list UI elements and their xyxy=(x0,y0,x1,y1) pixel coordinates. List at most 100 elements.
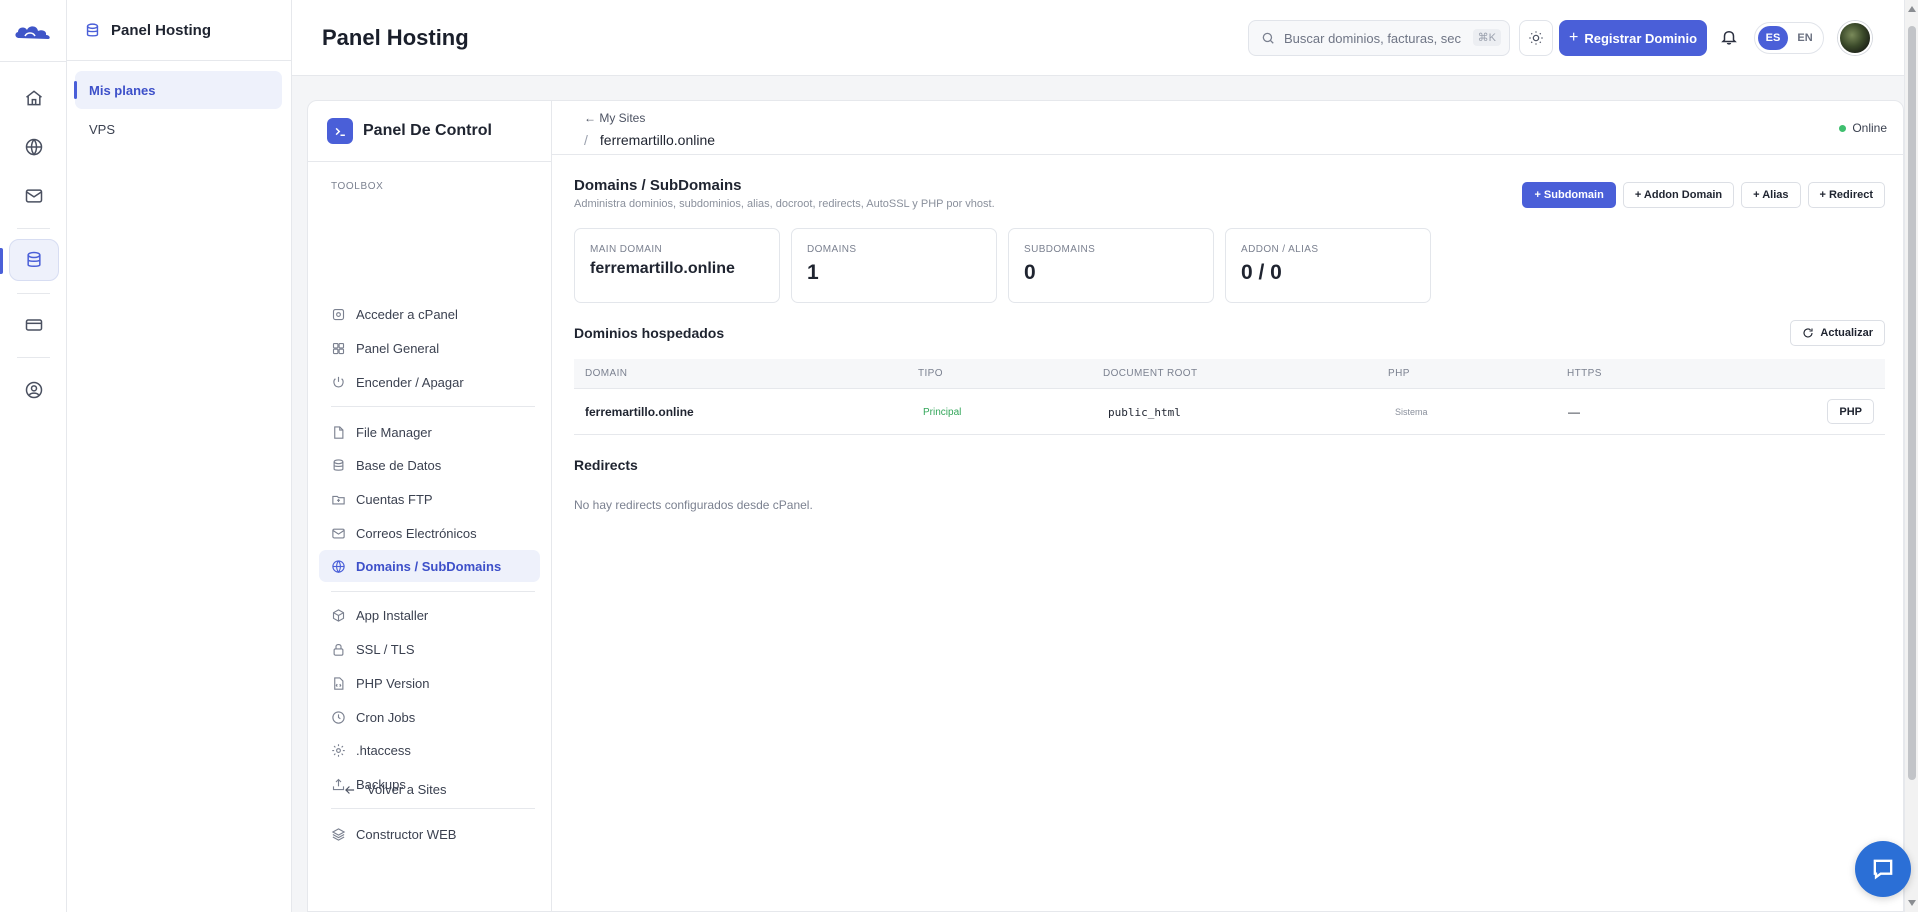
tool-item-php-version[interactable]: PHP Version xyxy=(319,667,540,699)
user-circle-icon xyxy=(25,381,43,399)
tool-item-label: File Manager xyxy=(356,424,432,440)
tool-item-cuentas-ftp[interactable]: Cuentas FTP xyxy=(319,483,540,515)
search-box[interactable]: ⌘K xyxy=(1248,20,1510,56)
domains-content: ← My Sites / ferremartillo.online Online … xyxy=(552,101,1905,912)
tool-item-label: Encender / Apagar xyxy=(356,374,464,390)
stat-label: SUBDOMAINS xyxy=(1024,244,1096,255)
avatar[interactable] xyxy=(1838,21,1872,55)
power-icon xyxy=(333,376,344,387)
lang-es-button[interactable]: ES xyxy=(1758,26,1788,50)
back-to-my-sites-link[interactable]: ← My Sites xyxy=(584,111,645,125)
document-root-cell: public_html xyxy=(1108,406,1181,419)
rail-hosting-button[interactable] xyxy=(9,239,59,281)
tool-item-label: Base de Datos xyxy=(356,457,442,473)
sun-icon xyxy=(1529,31,1543,45)
rail-billing-button[interactable] xyxy=(9,304,59,346)
tool-item-label: App Installer xyxy=(356,607,429,623)
hosting-sidebar-title: Panel Hosting xyxy=(111,21,212,39)
control-panel-card: Panel De Control TOOLBOX Acceder a cPane… xyxy=(307,100,1905,912)
sidebar-item-mis-planes[interactable]: Mis planes xyxy=(74,71,282,109)
database-icon xyxy=(86,22,99,37)
toolbox-divider xyxy=(331,591,535,592)
add-subdomain-button[interactable]: + Subdomain xyxy=(1522,182,1616,208)
tool-item-constructor-web[interactable]: Constructor WEB xyxy=(319,818,540,850)
scroll-up-icon[interactable] xyxy=(1908,6,1916,12)
box-icon xyxy=(332,608,345,622)
hosting-sidebar: Panel Hosting Mis planes VPS xyxy=(67,0,292,912)
database-icon xyxy=(27,251,41,267)
toolbox-divider xyxy=(331,406,535,407)
rail-divider xyxy=(0,61,67,62)
tool-item-file-manager[interactable]: File Manager xyxy=(319,416,540,448)
stat-card-main-domain: MAIN DOMAIN ferremartillo.online xyxy=(574,228,780,303)
chat-icon xyxy=(1873,859,1893,880)
search-input[interactable] xyxy=(1284,30,1464,46)
scroll-down-icon[interactable] xyxy=(1908,900,1916,906)
rail-domains-button[interactable] xyxy=(9,126,59,168)
chat-widget-button[interactable] xyxy=(1855,841,1911,897)
stat-card-addon-alias: ADDON / ALIAS 0 / 0 xyxy=(1225,228,1431,303)
top-bar: Panel Hosting ⌘K + Registrar Dominio ES … xyxy=(292,0,1904,76)
status-label: Online xyxy=(1852,121,1887,135)
sidebar-item-vps[interactable]: VPS xyxy=(75,110,282,148)
globe-icon xyxy=(25,138,43,156)
rail-active-indicator xyxy=(0,248,3,274)
back-to-sites-link[interactable]: Volver a Sites xyxy=(343,782,447,797)
tool-item-panel-general[interactable]: Panel General xyxy=(319,332,540,364)
domain-actions: + Subdomain + Addon Domain + Alias + Red… xyxy=(1522,182,1885,208)
tool-item-base-de-datos[interactable]: Base de Datos xyxy=(319,449,540,481)
bell-icon[interactable] xyxy=(1720,28,1738,46)
add-addon-domain-button[interactable]: + Addon Domain xyxy=(1622,182,1735,208)
refresh-label: Actualizar xyxy=(1820,327,1873,339)
tool-item-label: Acceder a cPanel xyxy=(356,306,458,322)
toolbox-divider xyxy=(331,808,535,809)
page-title: Panel Hosting xyxy=(322,25,469,50)
refresh-button[interactable]: Actualizar xyxy=(1790,320,1885,346)
lang-en-button[interactable]: EN xyxy=(1790,26,1820,50)
rail-home-button[interactable] xyxy=(9,77,59,119)
tool-item-encender-apagar[interactable]: Encender / Apagar xyxy=(319,366,540,398)
breadcrumb-current-site: / ferremartillo.online xyxy=(584,132,715,148)
redirects-empty-message: No hay redirects configurados desde cPan… xyxy=(574,498,813,512)
tipo-badge: Principal xyxy=(923,407,962,418)
home-icon xyxy=(26,90,42,106)
scrollbar-thumb[interactable] xyxy=(1908,26,1916,780)
theme-toggle-button[interactable] xyxy=(1519,20,1553,56)
stat-card-subdomains: SUBDOMAINS 0 xyxy=(1008,228,1214,303)
php-settings-button[interactable]: PHP xyxy=(1827,399,1874,424)
mail-icon xyxy=(25,189,43,203)
tool-item-correos[interactable]: Correos Electrónicos xyxy=(319,517,540,549)
cloud-logo-icon[interactable] xyxy=(13,20,53,44)
php-cell: Sistema xyxy=(1395,407,1428,417)
control-panel-header: Panel De Control xyxy=(308,101,551,162)
stat-value: 0 / 0 xyxy=(1241,261,1282,284)
tool-item-ssl[interactable]: SSL / TLS xyxy=(319,633,540,665)
rail-divider xyxy=(17,357,50,358)
tool-item-app-installer[interactable]: App Installer xyxy=(319,599,540,631)
add-alias-button[interactable]: + Alias xyxy=(1741,182,1801,208)
tool-item-acceder-cpanel[interactable]: Acceder a cPanel xyxy=(319,298,540,330)
breadcrumb-separator: / xyxy=(584,132,588,148)
tool-item-label: Panel General xyxy=(356,340,440,356)
tool-item-domains[interactable]: Domains / SubDomains xyxy=(319,550,540,582)
grid-icon xyxy=(332,342,345,354)
tool-item-htaccess[interactable]: .htaccess xyxy=(319,734,540,766)
stat-label: DOMAINS xyxy=(807,244,857,255)
rail-mail-button[interactable] xyxy=(9,175,59,217)
register-domain-button[interactable]: + Registrar Dominio xyxy=(1559,20,1707,56)
toolbox-label: TOOLBOX xyxy=(331,181,384,192)
page-scrollbar[interactable] xyxy=(1904,0,1918,912)
tool-item-label: Domains / SubDomains xyxy=(356,558,502,574)
rail-account-button[interactable] xyxy=(9,369,59,411)
rail-divider xyxy=(17,228,50,229)
register-domain-label: Registrar Dominio xyxy=(1584,30,1698,46)
column-header-document-root: DOCUMENT ROOT xyxy=(1103,368,1198,379)
tool-item-cron-jobs[interactable]: Cron Jobs xyxy=(319,701,540,733)
redirects-title: Redirects xyxy=(574,457,638,473)
control-panel-sidebar: Panel De Control TOOLBOX Acceder a cPane… xyxy=(308,101,552,912)
stat-card-domains: DOMAINS 1 xyxy=(791,228,997,303)
stat-value: 0 xyxy=(1024,261,1036,284)
add-redirect-button[interactable]: + Redirect xyxy=(1807,182,1885,208)
database-icon xyxy=(333,458,344,471)
layers-icon xyxy=(331,827,346,841)
